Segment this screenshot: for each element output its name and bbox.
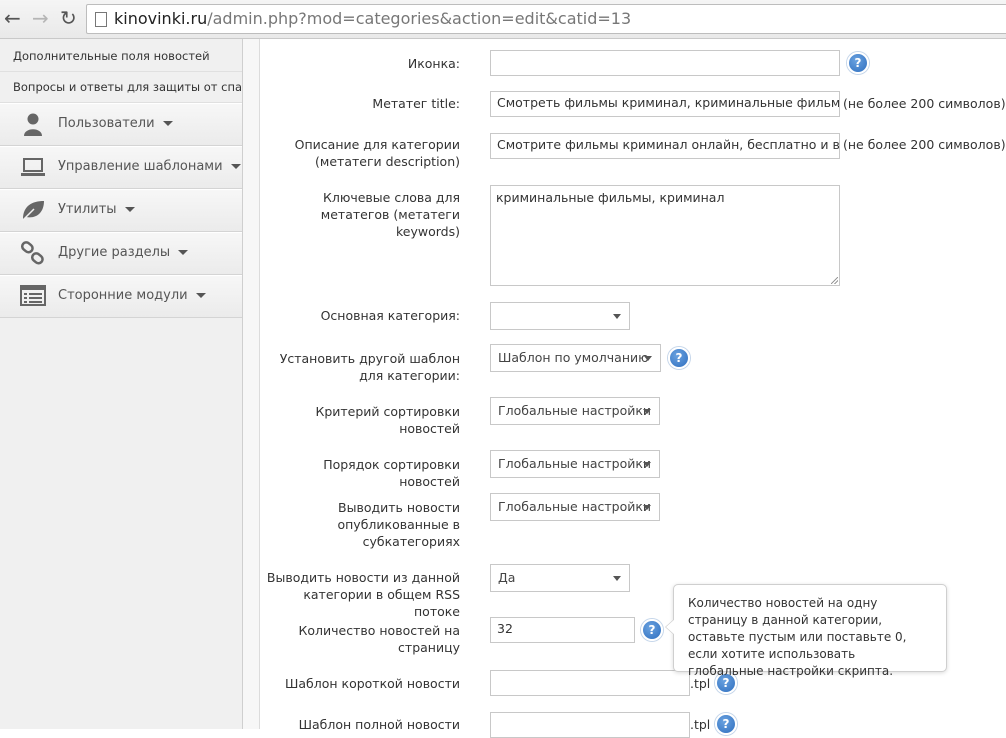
user-icon [24, 113, 42, 136]
list-icon [20, 285, 46, 306]
help-icon[interactable]: ? [668, 347, 690, 369]
parent-category-label: Основная категория: [320, 308, 460, 323]
address-bar[interactable]: kinovinki.ru/admin.php?mod=categories&ac… [86, 4, 1006, 34]
description-label: Описание для категории (метатеги descrip… [294, 137, 460, 169]
url-host: kinovinki.ru [114, 9, 208, 28]
sidebar-item-utilities-label: Утилиты [58, 202, 135, 217]
sidebar-item-templates-label: Управление шаблонами [58, 159, 241, 174]
keywords-label: Ключевые слова для метатегов (метатеги k… [320, 190, 460, 239]
sidebar-subitem-antispam-questions[interactable]: Вопросы и ответы для защиты от спама [0, 72, 258, 103]
sort-order-label: Порядок сортировки новостей [323, 457, 460, 489]
template-selected: Шаблон по умолчанию [498, 350, 649, 365]
admin-sidebar: Дополнительные поля новостей Вопросы и о… [0, 39, 258, 729]
url-path: /admin.php?mod=categories&action=edit&ca… [207, 9, 632, 28]
meta-title-limit-note: (не более 200 символов) [843, 96, 1006, 111]
leaf-icon [21, 201, 44, 222]
sort-order-selected: Глобальные настройки [498, 456, 652, 471]
sort-order-select[interactable]: Глобальные настройки [490, 450, 660, 478]
chevron-down-icon [162, 121, 173, 126]
template-label: Установить другой шаблон для категории: [279, 351, 460, 383]
rss-selected: Да [498, 570, 516, 585]
sidebar-item-other-sections[interactable]: Другие разделы [0, 232, 242, 275]
template-select[interactable]: Шаблон по умолчанию [490, 344, 661, 372]
subcategories-select[interactable]: Глобальные настройки [490, 493, 660, 521]
icon-input[interactable] [490, 50, 840, 76]
sidebar-item-utilities[interactable]: Утилиты [0, 189, 242, 232]
forward-arrow-icon[interactable]: → [32, 8, 49, 28]
icon-label: Иконка: [407, 56, 460, 71]
sidebar-item-users-label: Пользователи [58, 116, 173, 131]
chevron-down-icon [195, 293, 206, 298]
subcategories-selected: Глобальные настройки [498, 499, 652, 514]
meta-description-input[interactable]: Смотрите фильмы криминал онлайн, бесплат… [490, 133, 840, 159]
chevron-down-icon [178, 250, 189, 255]
short-template-label: Шаблон короткой новости [285, 676, 460, 691]
chevron-down-icon [643, 462, 651, 467]
resize-handle[interactable] [831, 277, 838, 284]
url-text: kinovinki.ru/admin.php?mod=categories&ac… [114, 9, 631, 28]
chevron-down-icon [643, 409, 651, 414]
laptop-icon [21, 158, 45, 176]
meta-title-label: Метатег title: [372, 96, 460, 111]
sidebar-item-templates[interactable]: Управление шаблонами [0, 146, 242, 189]
meta-keywords-textarea[interactable]: криминальные фильмы, криминал [490, 185, 840, 286]
help-icon[interactable]: ? [641, 619, 663, 641]
chevron-down-icon [230, 164, 241, 169]
sidebar-item-other-sections-label: Другие разделы [58, 245, 189, 260]
sort-criterion-selected: Глобальные настройки [498, 403, 652, 418]
chevron-down-icon [644, 356, 652, 361]
content-gutter [243, 39, 260, 729]
category-edit-form: Иконка: ? Метатег title: Смотреть фильмы… [260, 39, 1006, 738]
sidebar-item-third-party-modules-label: Сторонние модули [58, 288, 206, 303]
full-template-input[interactable] [490, 712, 690, 738]
sort-criterion-select[interactable]: Глобальные настройки [490, 397, 660, 425]
sidebar-subitem-extra-fields[interactable]: Дополнительные поля новостей [0, 39, 242, 72]
sidebar-item-users[interactable]: Пользователи [0, 103, 242, 146]
rss-select[interactable]: Да [490, 564, 630, 592]
page-icon [95, 12, 107, 27]
reload-icon[interactable]: ↻ [60, 8, 77, 28]
help-icon[interactable]: ? [715, 713, 737, 735]
sort-criterion-label: Критерий сортировки новостей [315, 404, 460, 436]
subcategories-label: Выводить новости опубликованные в субкат… [337, 500, 460, 549]
meta-title-input[interactable]: Смотреть фильмы криминал, криминальные ф… [490, 91, 840, 117]
full-template-suffix: .tpl [690, 717, 711, 732]
short-template-input[interactable] [490, 670, 690, 696]
meta-description-limit-note: (не более 200 символов) [843, 137, 1006, 152]
link-icon [20, 241, 44, 265]
rss-label: Выводить новости из данной категории в о… [266, 570, 460, 619]
chevron-down-icon [124, 207, 135, 212]
full-template-label: Шаблон полной новости [298, 717, 460, 732]
help-icon[interactable]: ? [847, 52, 869, 74]
chevron-down-icon [613, 314, 621, 319]
meta-keywords-text: криминальные фильмы, криминал [496, 190, 725, 205]
chevron-down-icon [613, 576, 621, 581]
browser-toolbar: ← → ↻ kinovinki.ru/admin.php?mod=categor… [0, 0, 1006, 39]
news-per-page-label: Количество новостей на страницу [298, 623, 460, 655]
back-arrow-icon[interactable]: ← [4, 8, 21, 28]
sidebar-item-third-party-modules[interactable]: Сторонние модули [0, 275, 242, 318]
chevron-down-icon [643, 505, 651, 510]
parent-category-select[interactable] [490, 302, 630, 330]
news-per-page-tooltip: Количество новостей на одну страницу в д… [665, 584, 947, 678]
news-per-page-input[interactable]: 32 [490, 617, 635, 643]
